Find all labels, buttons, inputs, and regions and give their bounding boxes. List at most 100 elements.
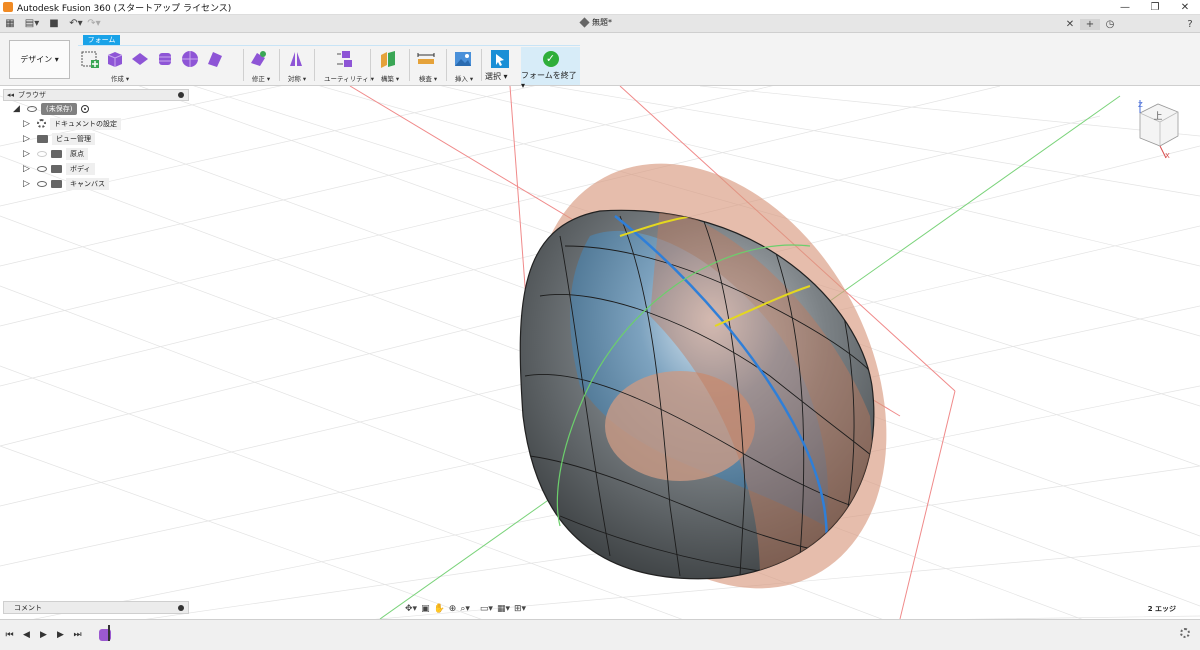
visibility-eye-icon[interactable]: [37, 150, 47, 157]
insert-group-label[interactable]: 挿入 ▾: [453, 73, 475, 83]
expand-triangle-icon[interactable]: ▷: [23, 164, 33, 174]
quick-access-right: ✕ + ◷ ?: [1060, 15, 1200, 33]
orbit-icon[interactable]: ✥▾: [405, 604, 417, 614]
box-icon[interactable]: [105, 49, 125, 69]
expand-triangle-icon[interactable]: ▷: [23, 134, 33, 144]
ribbon-divider: [446, 49, 447, 81]
select-cursor-icon[interactable]: [490, 49, 510, 69]
document-tab-label: 無題*: [592, 18, 612, 27]
box-sketch-icon[interactable]: [80, 49, 100, 69]
insert-group: 挿入 ▾: [453, 47, 475, 85]
browser-item-label: ドキュメントの設定: [50, 117, 121, 130]
visibility-eye-icon[interactable]: [37, 180, 47, 187]
restore-button[interactable]: ❐: [1140, 2, 1170, 13]
timeline-marker[interactable]: [108, 625, 110, 641]
utility-icon[interactable]: [334, 49, 354, 69]
inspect-group-label[interactable]: 検査 ▾: [416, 73, 440, 83]
select-group-label[interactable]: 選択 ▾: [485, 71, 515, 82]
tab-form[interactable]: フォーム: [83, 35, 120, 45]
quick-access-bar: ▦ ▤▾ ■ ↶▾ ↷▾ 無題* ✕ + ◷ ?: [0, 15, 1200, 33]
expand-triangle-icon[interactable]: ▷: [23, 119, 33, 129]
comments-label: コメント: [14, 603, 42, 612]
expand-triangle-icon[interactable]: ▷: [23, 179, 33, 189]
expand-triangle-icon[interactable]: ▷: [23, 149, 33, 159]
grid-icon[interactable]: ▦: [2, 17, 18, 31]
browser-item-document-settings[interactable]: ▷ ドキュメントの設定: [3, 116, 189, 131]
construct-plane-icon[interactable]: [378, 49, 398, 69]
plus-icon[interactable]: +: [1080, 18, 1100, 30]
cylinder-icon[interactable]: [155, 49, 175, 69]
create-group-label[interactable]: 作成 ▾: [0, 73, 240, 83]
modify-group-label[interactable]: 修正 ▾: [248, 73, 274, 83]
view-cube[interactable]: 上 Z X: [1130, 98, 1185, 163]
view-cube-face-label: 上: [1153, 111, 1162, 122]
modify-group: 修正 ▾: [248, 47, 274, 85]
visibility-eye-icon[interactable]: [37, 165, 47, 172]
axis-x-label: X: [1165, 152, 1170, 160]
file-icon[interactable]: ▤▾: [24, 17, 40, 31]
grid-settings-icon[interactable]: ▦▾: [497, 604, 510, 614]
finish-form-group[interactable]: ✓ フォームを終了 ▾: [521, 47, 580, 90]
folder-icon: [51, 164, 62, 173]
document-tab[interactable]: 無題*: [579, 17, 612, 28]
browser-item-label: 原点: [66, 147, 88, 160]
browser-item-canvases[interactable]: ▷ キャンバス: [3, 176, 189, 191]
close-window-button[interactable]: ✕: [1170, 2, 1200, 13]
pan-icon[interactable]: ✋: [434, 604, 445, 614]
utility-group-label[interactable]: ユーティリティ ▾: [324, 73, 374, 83]
symmetry-icon[interactable]: [286, 49, 306, 69]
redo-icon[interactable]: ↷▾: [86, 17, 102, 31]
step-back-icon[interactable]: ◀: [19, 630, 34, 640]
window-controls: — ❐ ✕: [1110, 2, 1200, 13]
face-icon[interactable]: [205, 49, 225, 69]
browser-panel: ◂◂ ブラウザ ◢ (未保存) ▷ ドキュメントの設定 ▷ ビュー管理 ▷ 原点…: [3, 89, 189, 193]
pin-icon[interactable]: [178, 92, 184, 98]
undo-icon[interactable]: ↶▾: [68, 17, 84, 31]
edit-form-icon[interactable]: [248, 49, 268, 69]
workspace-label: デザイン ▾: [20, 55, 59, 64]
browser-item-named-views[interactable]: ▷ ビュー管理: [3, 131, 189, 146]
step-forward-icon[interactable]: ▶: [53, 630, 68, 640]
insert-image-icon[interactable]: [453, 49, 473, 69]
minimize-button[interactable]: —: [1110, 2, 1140, 13]
collapse-triangle-icon[interactable]: ◢: [13, 104, 23, 114]
collapse-icon[interactable]: ◂◂: [7, 91, 14, 99]
look-at-icon[interactable]: ▣: [421, 604, 430, 614]
axis-z-label: Z: [1138, 101, 1143, 109]
ribbon-toolbar: デザイン ▾ フォーム 作成 ▾ 修正 ▾ 対称 ▾ ユーティリティ ▾ 構築 …: [0, 33, 1200, 90]
navigation-bar: ✥▾ ▣ ✋ ⊕ ⌕▾ ▭▾ ▦▾ ⊞▾: [405, 602, 526, 616]
plane-icon[interactable]: [130, 49, 150, 69]
zoom-window-icon[interactable]: ⌕▾: [460, 604, 470, 614]
create-group: 作成 ▾: [80, 47, 240, 85]
construct-group-label[interactable]: 構築 ▾: [378, 73, 402, 83]
ribbon-divider: [243, 49, 244, 81]
save-icon[interactable]: ■: [46, 17, 62, 31]
browser-item-origin[interactable]: ▷ 原点: [3, 146, 189, 161]
clock-icon[interactable]: ◷: [1100, 19, 1120, 30]
symmetry-group-label[interactable]: 対称 ▾: [286, 73, 308, 83]
go-to-end-icon[interactable]: ⏭: [70, 630, 85, 640]
play-icon[interactable]: ▶: [36, 630, 51, 640]
zoom-icon[interactable]: ⊕: [449, 604, 457, 614]
go-to-start-icon[interactable]: ⏮: [2, 630, 17, 640]
browser-item-bodies[interactable]: ▷ ボディ: [3, 161, 189, 176]
close-icon[interactable]: ✕: [1060, 19, 1080, 30]
browser-item-label: キャンバス: [66, 177, 109, 190]
browser-title: ブラウザ: [18, 91, 47, 99]
comments-panel[interactable]: コメント: [3, 601, 189, 614]
folder-icon: [37, 134, 48, 143]
pin-icon[interactable]: [178, 604, 184, 611]
ribbon-divider: [409, 49, 410, 81]
browser-root[interactable]: ◢ (未保存): [3, 101, 189, 116]
document-icon: [579, 17, 590, 28]
visibility-eye-icon[interactable]: [27, 105, 37, 112]
viewports-icon[interactable]: ⊞▾: [514, 604, 526, 614]
help-icon[interactable]: ?: [1180, 19, 1200, 30]
activate-radio-icon[interactable]: [81, 104, 90, 113]
browser-header[interactable]: ◂◂ ブラウザ: [3, 89, 189, 101]
display-settings-icon[interactable]: ▭▾: [480, 604, 493, 614]
measure-icon[interactable]: [416, 49, 436, 69]
timeline-settings-icon[interactable]: [1180, 628, 1190, 638]
sphere-icon[interactable]: [180, 49, 200, 69]
inspect-group: 検査 ▾: [416, 47, 440, 85]
